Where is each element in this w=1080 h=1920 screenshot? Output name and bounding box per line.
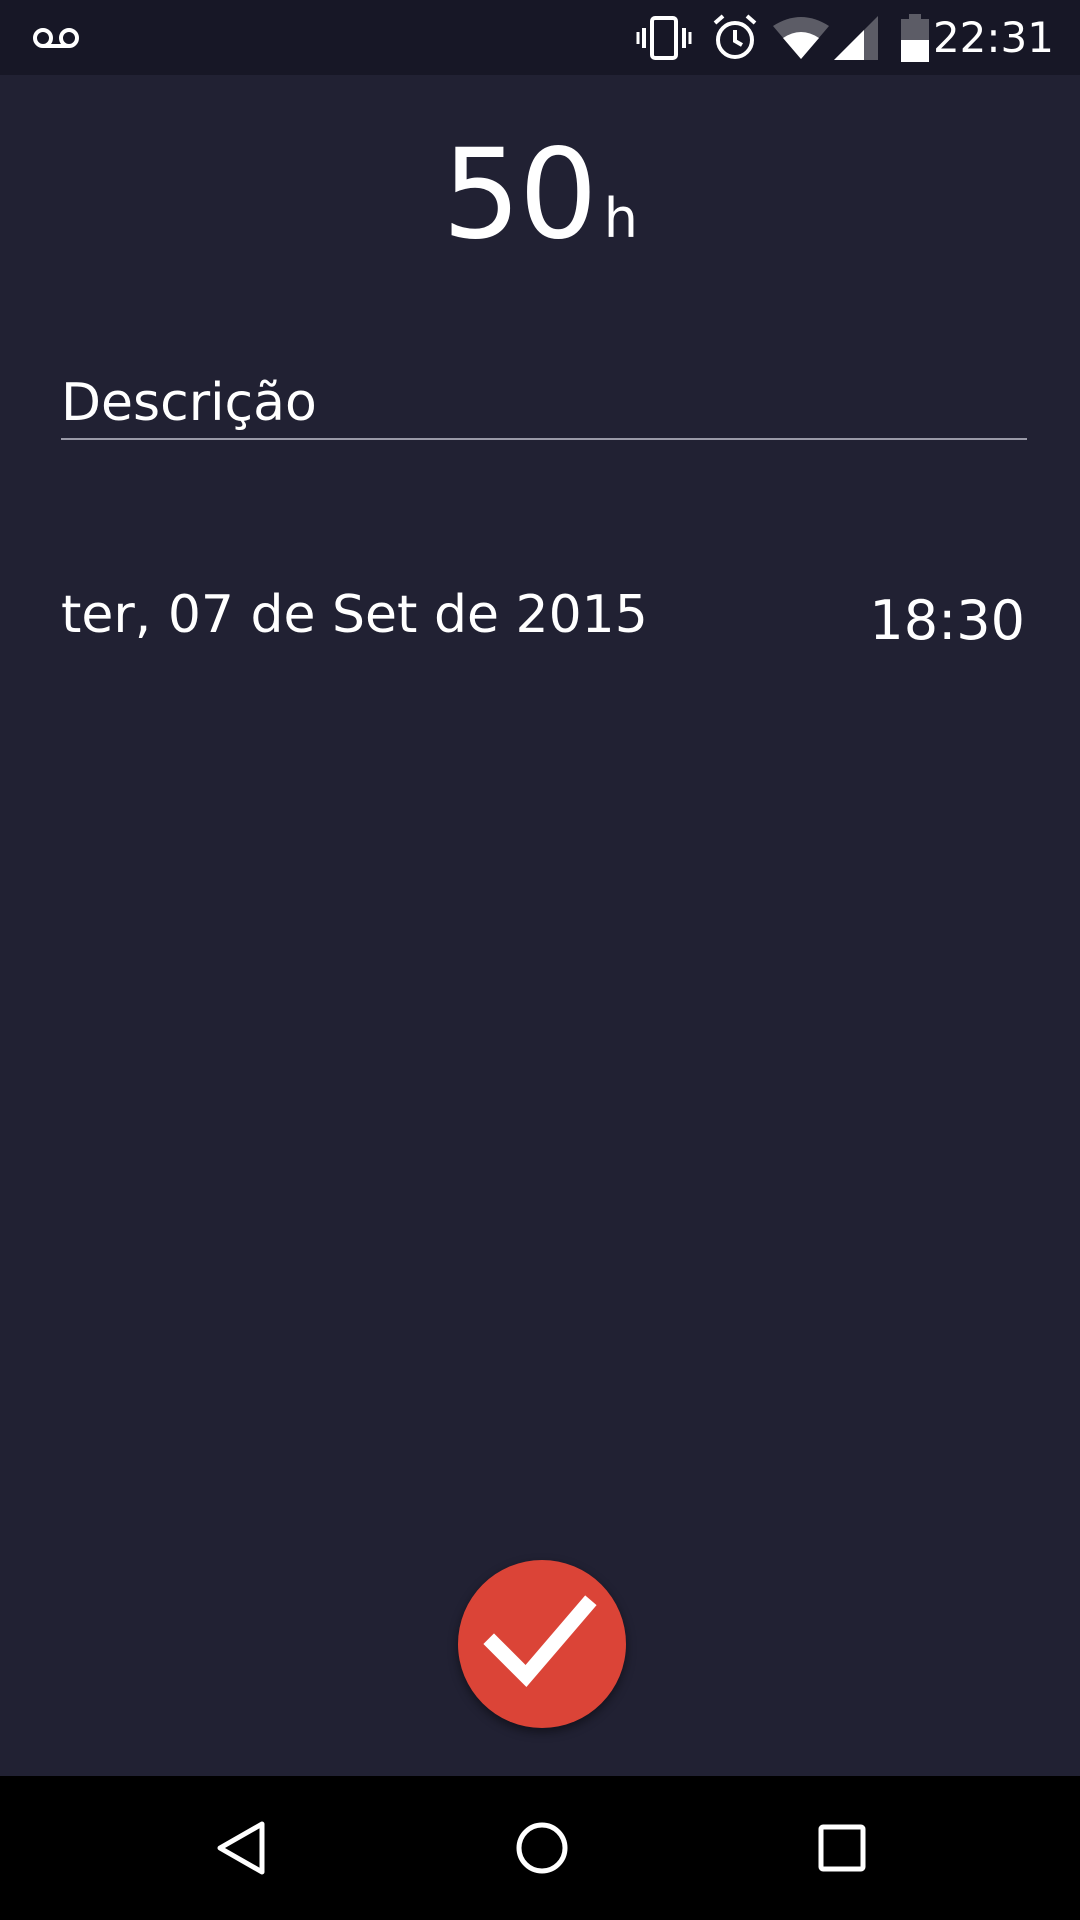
back-button[interactable] (142, 1776, 342, 1920)
check-icon (483, 1595, 597, 1688)
hours-display[interactable]: 50 h (0, 130, 1080, 260)
status-time: 22:31 (932, 13, 1054, 62)
battery-icon (901, 14, 929, 62)
description-field[interactable] (61, 370, 1027, 440)
vibrate-icon (636, 16, 692, 60)
date-picker[interactable]: ter, 07 de Set de 2015 (61, 580, 648, 650)
confirm-button[interactable] (458, 1560, 626, 1728)
hours-value: 50 (441, 123, 598, 267)
back-icon (217, 1821, 265, 1875)
description-input[interactable] (61, 370, 1027, 436)
recents-icon (818, 1824, 866, 1872)
alarm-icon (713, 14, 757, 59)
wifi-icon (773, 17, 829, 59)
home-icon (516, 1822, 568, 1874)
navigation-bar (0, 1776, 1080, 1920)
recents-button[interactable] (742, 1776, 942, 1920)
home-button[interactable] (442, 1776, 642, 1920)
hours-unit: h (603, 187, 639, 250)
voicemail-icon (33, 28, 79, 48)
signal-icon (834, 16, 878, 60)
status-bar: 22:31 (0, 0, 1080, 75)
time-picker[interactable]: 18:30 (869, 586, 1025, 656)
